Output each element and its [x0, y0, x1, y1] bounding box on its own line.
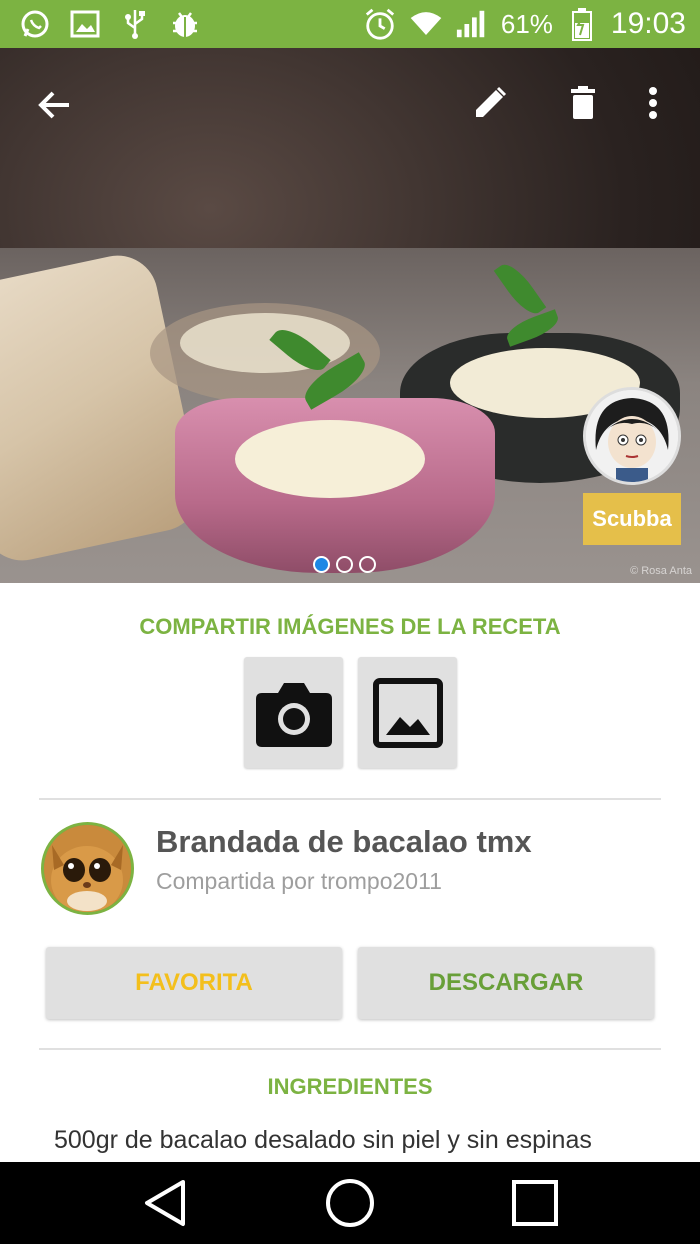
triangle-back-icon [145, 1180, 185, 1226]
delete-button[interactable] [558, 78, 608, 128]
divider [39, 1048, 661, 1050]
pager-dot[interactable] [313, 556, 330, 573]
recipe-author-avatar[interactable] [41, 822, 134, 915]
back-button[interactable] [30, 80, 80, 130]
ingredients-title: INGREDIENTES [267, 1074, 433, 1099]
trash-icon [571, 86, 595, 119]
more-options-button[interactable] [628, 78, 678, 128]
navigation-bar [0, 1162, 700, 1244]
nav-home-button[interactable] [310, 1173, 390, 1233]
ingredient-item: 500gr de bacalao desalado sin piel y sin… [54, 1126, 592, 1154]
square-recents-icon [512, 1180, 558, 1226]
camera-icon [255, 682, 332, 747]
usb-icon [118, 7, 152, 41]
share-images-title: COMPARTIR IMÁGENES DE LA RECETA [139, 614, 561, 639]
pager-dot[interactable] [359, 556, 376, 573]
nav-recents-button[interactable] [495, 1173, 575, 1233]
clock: 19:03 [610, 7, 686, 40]
nav-back-button[interactable] [125, 1173, 205, 1233]
divider [39, 798, 661, 800]
edit-button[interactable] [465, 78, 515, 128]
signal-icon [455, 7, 489, 41]
pencil-icon [476, 86, 507, 117]
photo-author-name[interactable]: Scubba [583, 493, 681, 545]
toolbar [0, 48, 700, 158]
photo-author-avatar[interactable] [583, 387, 681, 485]
image-notification-icon [68, 7, 102, 41]
favorite-button[interactable]: FAVORITA [46, 947, 342, 1019]
photo-watermark: © Rosa Anta [630, 565, 692, 577]
image-icon [372, 677, 443, 748]
status-bar: 61% 19:03 [0, 0, 700, 48]
wifi-icon [409, 7, 443, 41]
battery-percent: 61% [500, 8, 553, 39]
pager-dot[interactable] [336, 556, 353, 573]
download-button[interactable]: DESCARGAR [358, 947, 654, 1019]
more-vertical-icon [649, 87, 657, 119]
photo-pager-dots [313, 556, 376, 573]
alarm-icon [363, 7, 397, 41]
android-debug-icon [168, 7, 202, 41]
recipe-title: Brandada de bacalao tmx [156, 824, 532, 859]
whatsapp-icon [18, 7, 52, 41]
circle-home-icon [326, 1179, 374, 1227]
recipe-shared-by[interactable]: Compartida por trompo2011 [156, 868, 442, 895]
share-images-row [244, 657, 457, 768]
gallery-button[interactable] [358, 657, 457, 768]
arrow-left-icon [38, 91, 69, 119]
battery-charging-icon [565, 7, 599, 41]
camera-button[interactable] [244, 657, 343, 768]
